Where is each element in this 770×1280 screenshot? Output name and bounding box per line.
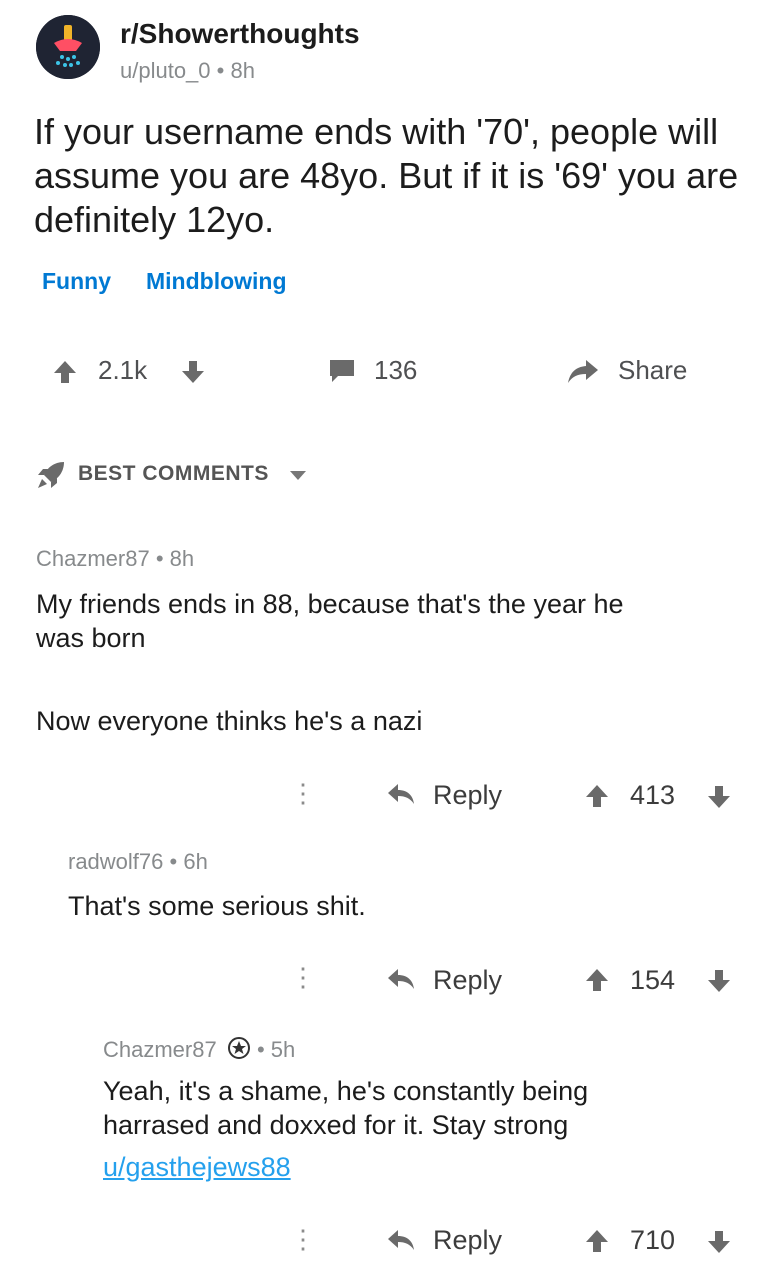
post-score: 2.1k [98,355,148,385]
comment-age: 6h [183,849,208,874]
downvote-icon[interactable] [706,784,732,815]
comment-author[interactable]: Chazmer87 [36,546,150,571]
reply-button[interactable]: Reply [433,965,502,996]
upvote-icon[interactable] [584,1228,610,1259]
chevron-down-icon[interactable] [290,471,306,480]
reply-icon[interactable] [386,967,416,996]
more-icon[interactable]: ⋮ [290,1224,316,1255]
comment-meta: Chazmer87 • 8h [36,546,194,572]
flair-funny[interactable]: Funny [42,268,111,295]
reply-icon[interactable] [386,1228,416,1257]
comment-body: My friends ends in 88, because that's th… [36,589,624,653]
more-icon[interactable]: ⋮ [290,778,316,809]
comment-body-link-line: u/gasthejews88 [103,1150,291,1184]
comment-meta: Chazmer87 • 5h [103,1036,295,1066]
comment-age: 8h [169,546,195,571]
post-title[interactable]: If your username ends with '70', people … [34,110,749,242]
comment-score: 710 [630,1225,676,1255]
downvote-icon[interactable] [706,1229,732,1260]
showerhead-icon [36,15,100,79]
more-icon[interactable]: ⋮ [290,962,316,993]
comment-count[interactable]: 136 [374,355,417,386]
post-author[interactable]: u/pluto_0 [120,58,211,83]
flair-icon [227,1036,251,1066]
reply-icon[interactable] [386,782,416,811]
meta-separator: • [155,546,164,571]
comment-score: 413 [630,780,676,810]
post-age: 8h [230,58,255,83]
reply-button[interactable]: Reply [433,1225,502,1256]
subreddit-avatar[interactable] [36,15,100,79]
comment-body: That's some serious shit. [68,891,366,921]
post-meta: u/pluto_0 • 8h [120,58,255,84]
meta-separator: • [256,1036,265,1062]
meta-separator: • [169,849,178,874]
comment-author[interactable]: radwolf76 [68,849,163,874]
comment-meta: radwolf76 • 6h [68,849,208,875]
sort-dropdown[interactable]: BEST COMMENTS [78,462,269,486]
comment-age: 5h [270,1036,296,1062]
upvote-icon[interactable] [52,359,78,390]
comment-body: Now everyone thinks he's a nazi [36,706,423,736]
share-icon[interactable] [566,358,600,389]
comment-body: Yeah, it's a shame, he's constantly bein… [103,1076,589,1140]
share-button[interactable]: Share [618,355,687,386]
comment-author[interactable]: Chazmer87 [103,1037,217,1062]
downvote-icon[interactable] [706,968,732,999]
rocket-icon [34,458,68,497]
upvote-icon[interactable] [584,783,610,814]
meta-separator: • [216,58,225,83]
downvote-icon[interactable] [180,359,206,390]
subreddit-name[interactable]: r/Showerthoughts [120,18,360,50]
user-link[interactable]: u/gasthejews88 [103,1152,291,1182]
flair-mindblowing[interactable]: Mindblowing [146,268,287,295]
comment-score: 154 [630,965,676,995]
reply-button[interactable]: Reply [433,780,502,811]
upvote-icon[interactable] [584,967,610,998]
comment-icon[interactable] [328,358,356,389]
